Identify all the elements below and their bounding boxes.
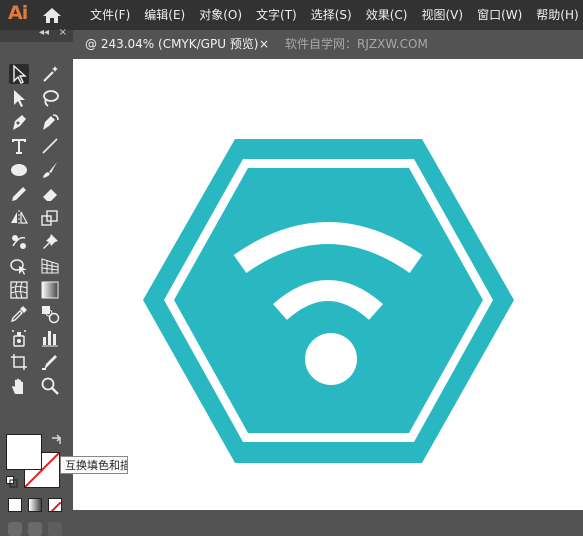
draw-normal-icon[interactable] [8, 522, 22, 536]
fill-swatch[interactable] [6, 434, 42, 470]
reflect-tool-icon[interactable] [9, 208, 29, 228]
menu-effect[interactable]: 效果(C) [366, 0, 408, 30]
column-graph-tool-icon[interactable] [40, 328, 60, 348]
wifi-hexagon-icon[interactable] [73, 59, 583, 510]
type-tool-icon[interactable] [9, 136, 29, 156]
eraser-tool-icon[interactable] [40, 184, 60, 204]
draw-behind-icon[interactable] [28, 522, 42, 536]
mesh-tool-icon[interactable] [9, 280, 29, 300]
pen-tool-icon[interactable] [9, 112, 29, 132]
menu-object[interactable]: 对象(O) [199, 0, 242, 30]
hand-tool-icon[interactable] [9, 376, 29, 396]
menu-file[interactable]: 文件(F) [90, 0, 130, 30]
tab-second-document[interactable]: 软件自学网：RJZXW.COM [285, 30, 428, 59]
menu-bar: Ai 文件(F) 编辑(E) 对象(O) 文字(T) 选择(S) 效果(C) 视… [0, 0, 583, 30]
menu-window[interactable]: 窗口(W) [477, 0, 522, 30]
app-logo: Ai [8, 2, 28, 24]
menu-select[interactable]: 选择(S) [311, 0, 352, 30]
curvature-tool-icon[interactable] [40, 112, 60, 132]
tools-panel-header[interactable]: ◂◂ × [0, 27, 73, 42]
document-tab-bar: @ 243.04% (CMYK/GPU 预览) × 软件自学网：RJZXW.CO… [73, 30, 583, 59]
none-icon [50, 501, 61, 511]
tools-panel: ◂◂ × 互换填色和 [0, 27, 128, 536]
magic-wand-tool-icon[interactable] [40, 64, 60, 84]
artboard-tool-icon[interactable] [9, 352, 29, 372]
tab-active-label: @ 243.04% (CMYK/GPU 预览) [85, 37, 259, 51]
ellipse-tool-icon[interactable] [9, 160, 29, 180]
menu-help[interactable]: 帮助(H) [536, 0, 578, 30]
puppet-warp-tool-icon[interactable] [9, 232, 29, 252]
shape-builder-tool-icon[interactable] [9, 256, 29, 276]
eyedropper-tool-icon[interactable] [9, 304, 29, 324]
swap-fill-stroke-icon[interactable] [50, 434, 64, 448]
gradient-tool-icon[interactable] [40, 280, 60, 300]
collapse-icon[interactable]: ◂◂ [39, 27, 49, 38]
tab-close-icon[interactable]: × [259, 30, 269, 59]
selection-tool-icon[interactable] [9, 64, 29, 84]
draw-inside-icon[interactable] [48, 522, 62, 536]
lasso-tool-icon[interactable] [40, 88, 60, 108]
tab-active-document[interactable]: @ 243.04% (CMYK/GPU 预览) [73, 30, 272, 59]
line-tool-icon[interactable] [40, 136, 60, 156]
direct-selection-tool-icon[interactable] [9, 88, 29, 108]
artboard-canvas[interactable] [73, 59, 583, 510]
swap-tooltip: 互换填色和描边 [60, 456, 128, 474]
perspective-grid-tool-icon[interactable] [40, 256, 60, 276]
zoom-tool-icon[interactable] [40, 376, 60, 396]
blend-tool-icon[interactable] [40, 304, 60, 324]
menu-view[interactable]: 视图(V) [421, 0, 463, 30]
scale-tool-icon[interactable] [40, 208, 60, 228]
menu-type[interactable]: 文字(T) [256, 0, 297, 30]
menu-edit[interactable]: 编辑(E) [144, 0, 185, 30]
panel-close-icon[interactable]: × [59, 27, 67, 38]
pin-tool-icon[interactable] [40, 232, 60, 252]
main-menu: 文件(F) 编辑(E) 对象(O) 文字(T) 选择(S) 效果(C) 视图(V… [90, 0, 583, 30]
pencil-tool-icon[interactable] [9, 184, 29, 204]
default-colors-icon[interactable] [6, 476, 18, 488]
tab-second-label: 软件自学网：RJZXW.COM [285, 37, 428, 51]
home-icon[interactable] [42, 7, 62, 24]
paintbrush-tool-icon[interactable] [40, 160, 60, 180]
symbol-sprayer-tool-icon[interactable] [9, 328, 29, 348]
slice-tool-icon[interactable] [40, 352, 60, 372]
